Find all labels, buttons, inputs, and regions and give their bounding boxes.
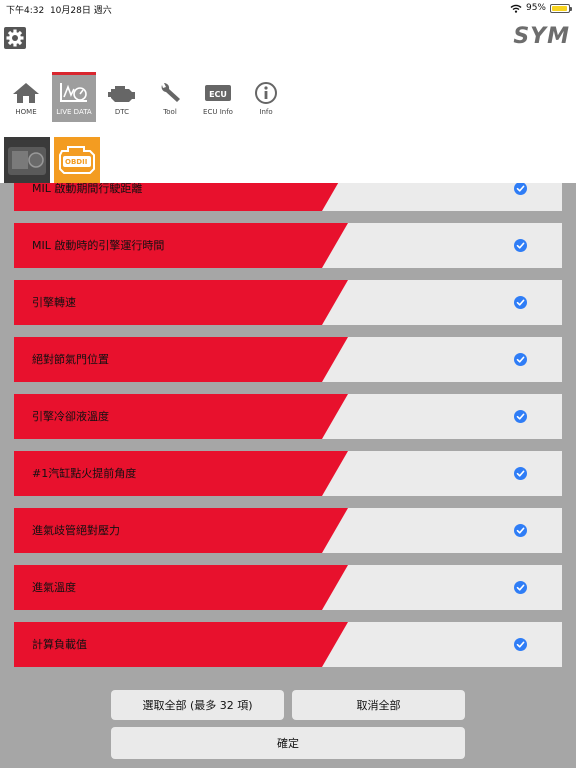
checkmark-icon[interactable]	[514, 638, 527, 651]
sub-tabs: OBDII	[4, 137, 100, 183]
nav-info[interactable]: Info	[244, 72, 288, 122]
parameter-list-panel[interactable]: MIL 啟動期間行駛距離 MIL 啟動時的引擎運行時間 引擎轉速絕對節氣門位置 引擎冷…	[0, 183, 576, 768]
nav-dtc-label: DTC	[114, 108, 130, 116]
subtab-obdii[interactable]: OBDII	[54, 137, 100, 183]
status-time-text: 下午4:32	[6, 6, 45, 16]
engine-icon	[107, 81, 137, 105]
info-icon	[251, 81, 281, 105]
list-item-label: 引擎冷卻液溫度	[32, 410, 109, 423]
list-item-label: 引擎轉速	[32, 296, 76, 309]
checkmark-icon[interactable]	[514, 410, 527, 423]
nav-ecu-info-label: ECU Info	[203, 108, 233, 116]
checkmark-icon[interactable]	[514, 581, 527, 594]
list-item-label: 絕對節氣門位置	[32, 353, 109, 366]
list-item-label: 計算負載值	[32, 638, 87, 651]
settings-button[interactable]	[4, 27, 26, 49]
status-date-text: 10月28日 週六	[49, 6, 112, 16]
nav-live-data-label: LIVE DATA	[56, 108, 92, 116]
status-time: 下午4:32 10月28日 週六	[6, 3, 112, 16]
subtab-engine[interactable]	[4, 137, 50, 183]
nav-home[interactable]: HOME	[4, 72, 48, 122]
svg-text:ECU: ECU	[209, 90, 227, 99]
confirm-button[interactable]: 確定	[111, 727, 465, 759]
checkmark-icon[interactable]	[514, 296, 527, 309]
checkmark-icon[interactable]	[514, 467, 527, 480]
ecu-icon: ECU	[203, 81, 233, 105]
list-item[interactable]: 計算負載值	[14, 622, 562, 667]
nav-info-label: Info	[259, 108, 273, 116]
checkmark-icon[interactable]	[514, 239, 527, 252]
checkmark-icon[interactable]	[514, 524, 527, 537]
list-item-label: #1汽缸點火提前角度	[32, 467, 137, 480]
select-all-button[interactable]: 選取全部 (最多 32 項)	[111, 690, 284, 720]
obd-label: OBDII	[65, 158, 88, 166]
battery-percent: 95%	[525, 3, 546, 13]
nav-live-data[interactable]: LIVE DATA	[52, 72, 96, 122]
list-item-label: 進氣歧管絕對壓力	[32, 524, 120, 537]
nav-home-label: HOME	[15, 108, 37, 116]
main-nav: HOME LIVE DATA DTC Tool ECU ECU Info Inf…	[4, 72, 288, 122]
list-item[interactable]: 引擎冷卻液溫度	[14, 394, 562, 439]
list-item[interactable]: #1汽缸點火提前角度	[14, 451, 562, 496]
nav-dtc[interactable]: DTC	[100, 72, 144, 122]
status-right: 95%	[510, 3, 572, 13]
nav-tool-label: Tool	[163, 108, 177, 116]
list-item[interactable]: 進氣溫度	[14, 565, 562, 610]
list-item[interactable]: MIL 啟動期間行駛距離	[14, 183, 562, 211]
brand-logo: SYM	[513, 24, 570, 49]
list-item-label: 進氣溫度	[32, 581, 76, 594]
engine-photo-icon	[8, 147, 46, 175]
battery-icon	[550, 3, 572, 13]
battery-fill	[552, 5, 567, 11]
list-item[interactable]: 進氣歧管絕對壓力	[14, 508, 562, 553]
deselect-all-button[interactable]: 取消全部	[292, 690, 465, 720]
gear-icon	[6, 29, 24, 47]
list-item[interactable]: 絕對節氣門位置	[14, 337, 562, 382]
list-item-label: MIL 啟動期間行駛距離	[32, 183, 143, 195]
list-item[interactable]: 引擎轉速	[14, 280, 562, 325]
home-icon	[11, 81, 41, 105]
checkmark-icon[interactable]	[514, 183, 527, 195]
wifi-icon	[510, 4, 522, 13]
checkmark-icon[interactable]	[514, 353, 527, 366]
gauge-icon	[59, 81, 89, 105]
list-item-label: MIL 啟動時的引擎運行時間	[32, 239, 165, 252]
wrench-icon	[155, 81, 185, 105]
status-bar: 下午4:32 10月28日 週六 95%	[0, 0, 576, 18]
list-item[interactable]: MIL 啟動時的引擎運行時間	[14, 223, 562, 268]
nav-ecu-info[interactable]: ECU ECU Info	[196, 72, 240, 122]
nav-tool[interactable]: Tool	[148, 72, 192, 122]
